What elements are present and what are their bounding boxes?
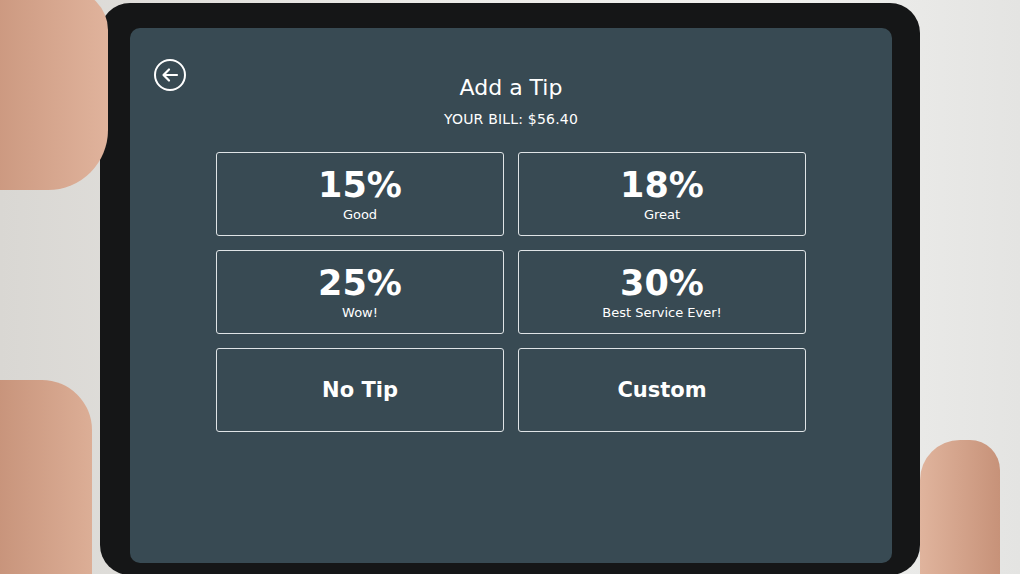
tip-option-label: Custom bbox=[617, 377, 706, 403]
tip-option-caption: Good bbox=[343, 207, 377, 223]
tip-options: 15% Good 18% Great 25% Wow! 30% Best Service Ev… bbox=[216, 152, 806, 432]
bill-amount: YOUR BILL: $56.40 bbox=[444, 110, 578, 128]
tip-option-label: 18% bbox=[620, 165, 704, 205]
tip-option-button[interactable]: 30% Best Service Ever! bbox=[518, 250, 806, 334]
left-hand-lower bbox=[0, 380, 92, 574]
tip-screen: Add a Tip YOUR BILL: $56.40 15% Good 18% Grea… bbox=[130, 28, 892, 563]
tip-option-button[interactable]: 25% Wow! bbox=[216, 250, 504, 334]
tip-option-button[interactable]: Custom bbox=[518, 348, 806, 432]
tip-option-caption: Best Service Ever! bbox=[602, 305, 722, 321]
tip-option-button[interactable]: 15% Good bbox=[216, 152, 504, 236]
photo-scene: Add a Tip YOUR BILL: $56.40 15% Good 18% Grea… bbox=[0, 0, 1020, 574]
tip-option-label: 25% bbox=[318, 263, 402, 303]
tip-option-button[interactable]: No Tip bbox=[216, 348, 504, 432]
back-arrow-icon[interactable] bbox=[153, 58, 187, 92]
right-thumb bbox=[920, 440, 1000, 574]
tablet: Add a Tip YOUR BILL: $56.40 15% Good 18% Grea… bbox=[100, 3, 920, 574]
tip-option-label: No Tip bbox=[322, 377, 398, 403]
tip-option-label: 15% bbox=[318, 165, 402, 205]
screen-title: Add a Tip bbox=[460, 75, 563, 101]
tip-option-button[interactable]: 18% Great bbox=[518, 152, 806, 236]
tip-option-caption: Wow! bbox=[342, 305, 378, 321]
tip-option-label: 30% bbox=[620, 263, 704, 303]
left-hand bbox=[0, 0, 108, 190]
tip-option-caption: Great bbox=[644, 207, 680, 223]
